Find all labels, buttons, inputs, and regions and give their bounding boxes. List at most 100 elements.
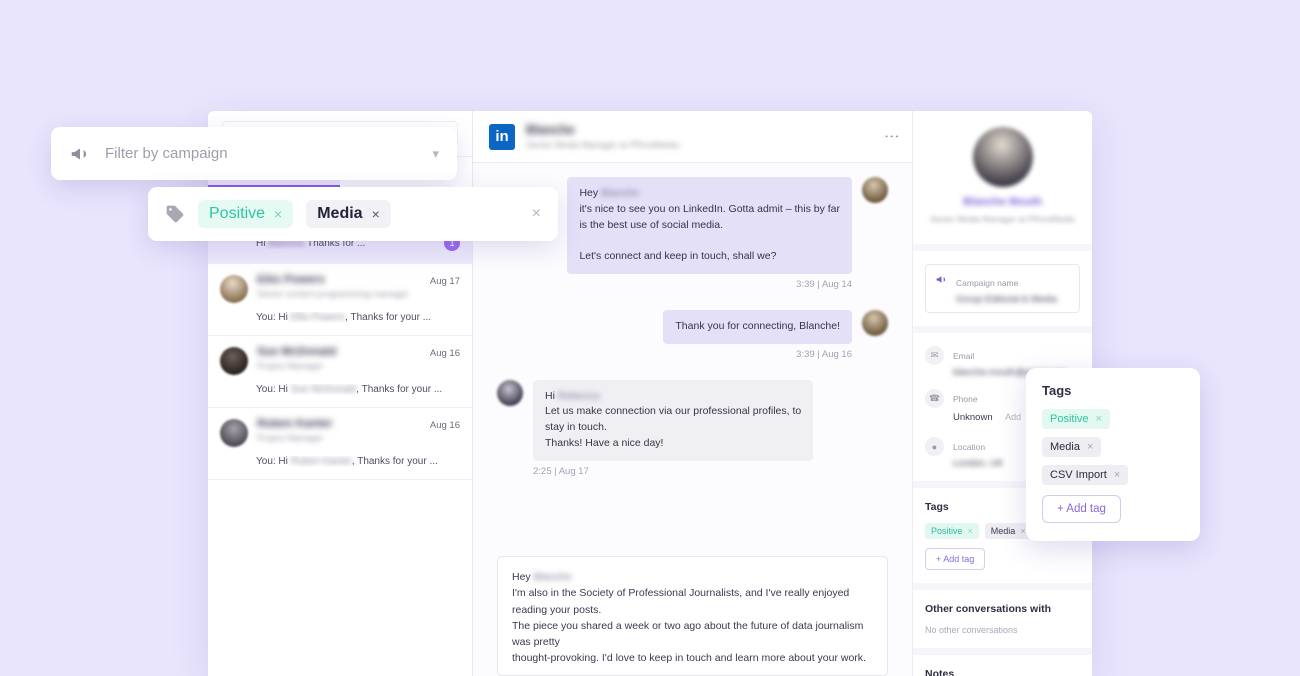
tag-chip[interactable]: Media × bbox=[1042, 437, 1102, 457]
phone-icon: ☎ bbox=[925, 389, 944, 408]
location-value: London, UK bbox=[953, 458, 1004, 468]
other-conversations-empty: No other conversations bbox=[925, 625, 1018, 635]
campaign-label: Campaign name bbox=[956, 278, 1019, 288]
avatar bbox=[862, 177, 888, 203]
list-item-snippet-name: Sue McDonald bbox=[290, 384, 357, 395]
remove-tag-icon[interactable]: × bbox=[274, 206, 282, 222]
contact-profile-card: Blanche Mouth Senior Media Manager at PR… bbox=[913, 111, 1092, 244]
contact-fields-card: Campaign name Group Editorial & Media CA bbox=[913, 251, 1092, 326]
tag-chip-label: Media bbox=[1050, 441, 1080, 453]
tags-popup-title: Tags bbox=[1042, 383, 1072, 398]
location-label: Location bbox=[953, 442, 986, 452]
tag-chip-label: Positive bbox=[1050, 413, 1089, 425]
list-item-time: Aug 16 bbox=[429, 420, 460, 431]
message-bubble: Thank you for connecting, Blanche! bbox=[663, 309, 852, 344]
list-item[interactable]: Ruben Kanter Project Manager Aug 16 You:… bbox=[208, 408, 472, 480]
notes-card: Notes Enter your notes here bbox=[913, 655, 1092, 676]
campaign-name-field[interactable]: Campaign name Group Editorial & Media CA bbox=[925, 264, 1080, 313]
thread-contact-subtitle: Senior Media Manager at PRnotMedia bbox=[526, 140, 680, 150]
megaphone-icon bbox=[69, 143, 91, 165]
close-icon[interactable]: × bbox=[532, 205, 541, 223]
list-item-name: Sue McDonald bbox=[257, 347, 337, 358]
message-line: Let us make connection via our professio… bbox=[545, 405, 802, 418]
other-conversations-title: Other conversations with bbox=[925, 603, 1052, 615]
message-row: Thank you for connecting, Blanche! bbox=[497, 309, 888, 344]
list-item-role: Project Manager bbox=[257, 434, 324, 443]
remove-tag-icon[interactable]: × bbox=[1114, 469, 1120, 481]
phone-label: Phone bbox=[953, 394, 978, 404]
message-line: Let's connect and keep in touch, shall w… bbox=[579, 250, 777, 262]
tag-icon bbox=[165, 204, 185, 224]
list-item-time: Aug 17 bbox=[429, 276, 460, 287]
campaign-filter-placeholder: Filter by campaign bbox=[105, 145, 228, 162]
megaphone-icon bbox=[935, 273, 948, 286]
tags-popup-chip-list: Positive × Media × CSV Import × bbox=[1042, 409, 1184, 493]
add-tag-button[interactable]: + Add tag bbox=[925, 548, 986, 570]
message-timestamp: 3:39 | Aug 14 bbox=[796, 278, 852, 290]
phone-add-button[interactable]: Add bbox=[1005, 412, 1021, 422]
message-line: stay in touch. bbox=[545, 421, 607, 433]
list-item-snippet-name: Ruben Kanter bbox=[290, 456, 352, 467]
message-line: Thanks! Have a nice day! bbox=[545, 436, 664, 449]
message-recipient-name: Rebecca bbox=[557, 389, 600, 402]
tag-chip-label: Media bbox=[990, 526, 1016, 536]
list-item-snippet: You: Hi Ruben Kanter, Thanks for your ..… bbox=[256, 456, 438, 467]
list-item-time: Aug 16 bbox=[429, 348, 460, 359]
email-label: Email bbox=[953, 351, 975, 361]
list-item-role: Senior content programming manager bbox=[257, 290, 409, 299]
tag-chip[interactable]: Media × bbox=[984, 523, 1032, 539]
conversation-items: Blanche Mouth Senior Media Manager 15m H… bbox=[208, 187, 472, 676]
chevron-down-icon[interactable]: ▾ bbox=[432, 146, 439, 162]
thread-contact-name: Blanche Mouth bbox=[526, 123, 575, 136]
tag-chip-label: CSV Import bbox=[1050, 469, 1107, 481]
composer-line: I'm also in the Society of Professional … bbox=[512, 587, 850, 616]
composer-line: thought-provoking. I'd love to keep in t… bbox=[512, 652, 866, 665]
tag-filter-chip-label: Positive bbox=[209, 205, 266, 222]
composer-recipient-name: Blanche bbox=[533, 571, 572, 583]
avatar bbox=[497, 379, 523, 406]
tag-filter-chip-media[interactable]: Media × bbox=[306, 200, 391, 228]
tags-popup: Tags Positive × Media × CSV Import × + A… bbox=[1026, 368, 1200, 541]
avatar bbox=[972, 127, 1033, 187]
tag-chip[interactable]: Positive × bbox=[925, 523, 979, 539]
message-bubble: Hey Blanche it's nice to see you on Link… bbox=[567, 177, 852, 274]
tag-filter-overlay[interactable]: Positive × Media × × bbox=[148, 187, 558, 241]
tag-filter-chip-positive[interactable]: Positive × bbox=[198, 200, 294, 228]
list-item[interactable]: Ellis Powers Senior content programming … bbox=[208, 264, 472, 336]
kebab-menu-icon[interactable]: ⋮ bbox=[883, 129, 900, 145]
tag-filter-chip-label: Media bbox=[317, 205, 363, 222]
email-icon: ✉ bbox=[925, 346, 944, 365]
tag-chip[interactable]: CSV Import × bbox=[1042, 465, 1129, 485]
composer-line: The piece you shared a week or two ago a… bbox=[512, 619, 864, 649]
avatar bbox=[862, 309, 888, 336]
message-recipient-name: Blanche bbox=[601, 187, 639, 199]
phone-value: Unknown bbox=[953, 412, 993, 423]
avatar bbox=[220, 419, 248, 447]
remove-tag-icon[interactable]: × bbox=[968, 526, 973, 536]
message-row: Hi Rebecca Let us make connection via ou… bbox=[497, 379, 888, 461]
remove-tag-icon[interactable]: × bbox=[1087, 441, 1093, 453]
notes-title: Notes bbox=[925, 668, 955, 676]
other-conversations-card: Other conversations with No other conver… bbox=[913, 590, 1092, 648]
message-line: it's nice to see you on LinkedIn. Gotta … bbox=[579, 202, 840, 215]
list-item-name: Ellis Powers bbox=[257, 275, 325, 286]
contact-role: Senior Media Manager at PRnotMedia bbox=[930, 214, 1075, 224]
list-item[interactable]: Sue McDonald Project Manager Aug 16 You:… bbox=[208, 336, 472, 408]
list-item-role: Project Manager bbox=[257, 362, 324, 371]
message-line: Thank you for connecting, Blanche! bbox=[675, 319, 840, 332]
tag-chip[interactable]: Positive × bbox=[1042, 409, 1110, 429]
remove-tag-icon[interactable]: × bbox=[1020, 526, 1025, 536]
campaign-filter-overlay[interactable]: Filter by campaign ▾ bbox=[51, 127, 457, 180]
composer-text: Hey Blanche I'm also in the Society of P… bbox=[512, 571, 866, 665]
message-line: is the best use of social media. bbox=[579, 218, 724, 231]
location-icon: ● bbox=[925, 437, 944, 456]
remove-tag-icon[interactable]: × bbox=[1096, 413, 1102, 425]
add-tag-button[interactable]: + Add tag bbox=[1042, 495, 1121, 523]
message-composer[interactable]: Hey Blanche I'm also in the Society of P… bbox=[497, 556, 888, 676]
list-item-snippet-name: Ellis Powers bbox=[290, 312, 346, 323]
remove-tag-icon[interactable]: × bbox=[372, 206, 380, 222]
tag-chip-label: Positive bbox=[931, 526, 963, 536]
contact-name: Blanche Mouth bbox=[963, 196, 1042, 207]
list-item-snippet: You: Hi Ellis Powers, Thanks for your ..… bbox=[256, 312, 432, 323]
message-bubble: Hi Rebecca Let us make connection via ou… bbox=[533, 379, 814, 461]
